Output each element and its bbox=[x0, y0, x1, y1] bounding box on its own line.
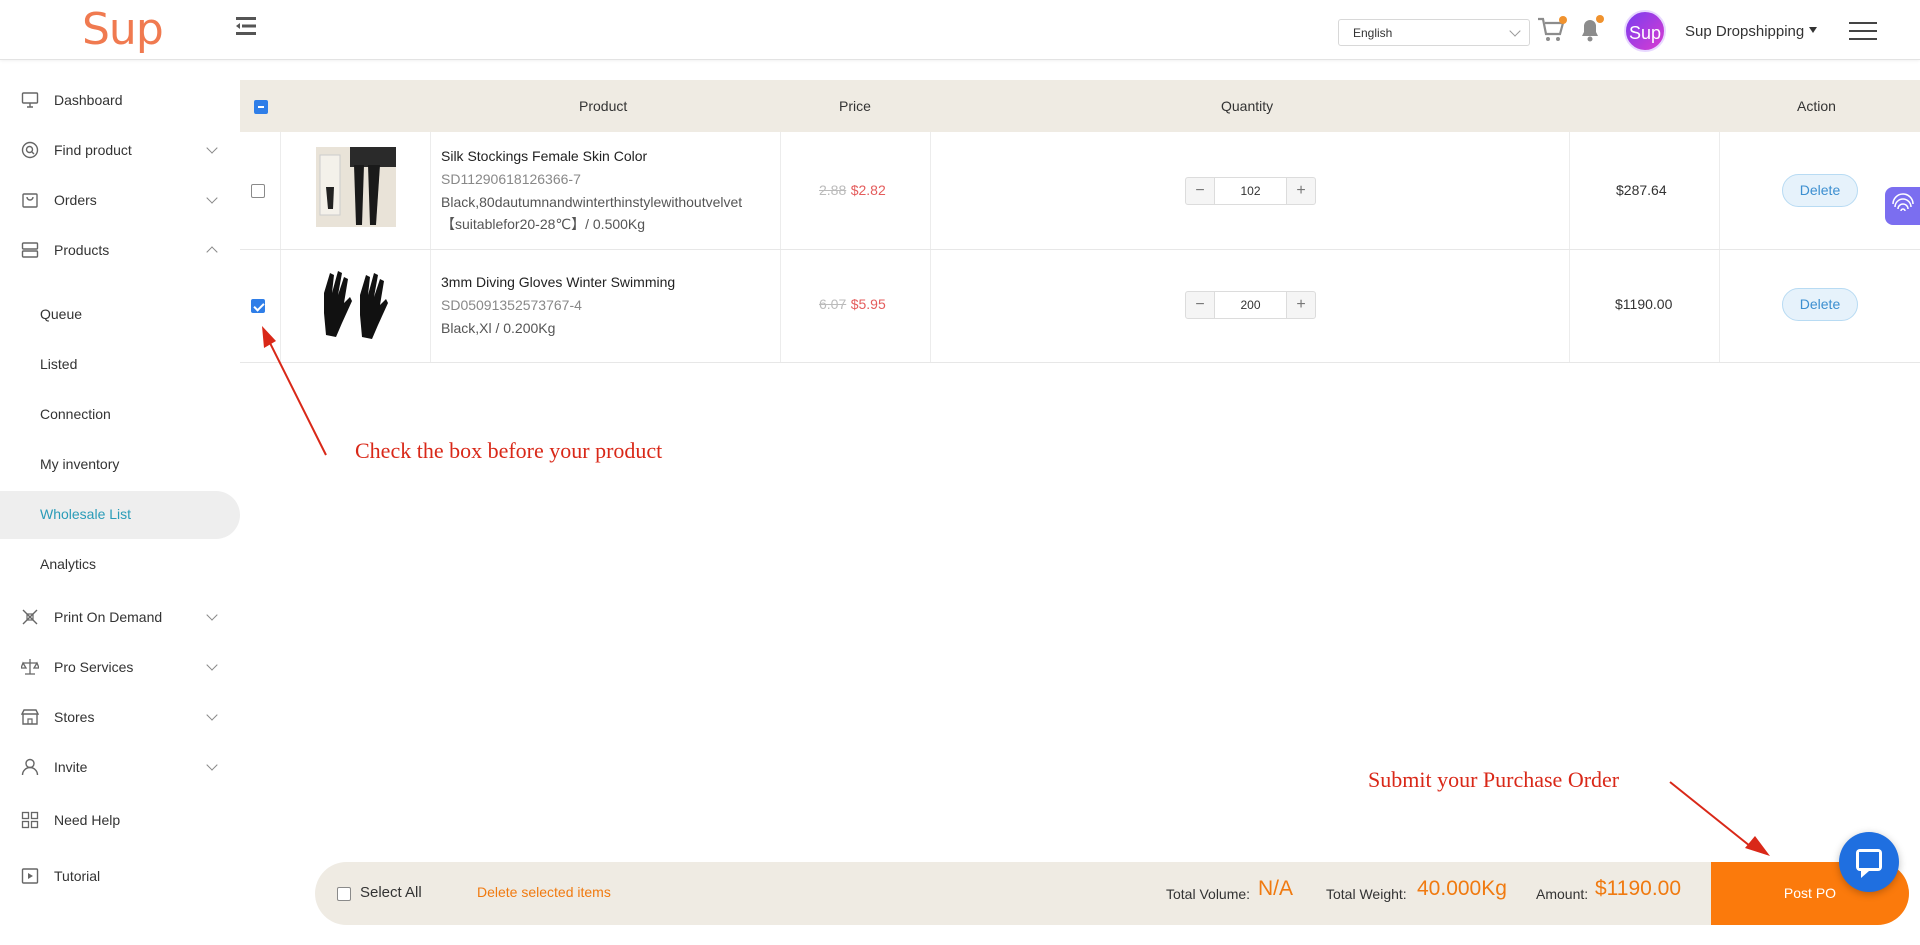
hamburger-menu-icon[interactable] bbox=[1849, 22, 1877, 42]
annotation-arrows bbox=[262, 326, 1770, 856]
delete-selected-link[interactable]: Delete selected items bbox=[477, 884, 611, 900]
total-weight-value: 40.000Kg bbox=[1417, 877, 1507, 900]
cart-icon[interactable] bbox=[1537, 16, 1567, 44]
user-name: Sup Dropshipping bbox=[1685, 23, 1805, 40]
select-all-checkbox[interactable] bbox=[337, 887, 351, 901]
select-all-label[interactable]: Select All bbox=[360, 884, 422, 901]
logo[interactable]: Sup bbox=[82, 4, 164, 55]
total-weight-label: Total Weight: bbox=[1326, 886, 1407, 902]
avatar[interactable]: Sup bbox=[1624, 10, 1666, 52]
total-volume-label: Total Volume: bbox=[1166, 886, 1251, 902]
chevron-down-icon bbox=[1509, 25, 1521, 37]
user-menu[interactable]: Sup Dropshipping bbox=[1685, 23, 1818, 40]
notification-badge bbox=[1596, 15, 1604, 23]
top-header: Sup English Sup Sup Dropshipping bbox=[0, 0, 1920, 60]
caret-down-icon bbox=[1809, 27, 1818, 33]
annotation-check-box: Check the box before your product bbox=[355, 438, 663, 463]
amount-value: $1190.00 bbox=[1595, 877, 1682, 900]
language-select[interactable]: English bbox=[1338, 19, 1530, 46]
bell-icon[interactable] bbox=[1578, 15, 1604, 43]
annotation-submit: Submit your Purchase Order bbox=[1368, 767, 1620, 792]
total-volume-value: N/A bbox=[1258, 877, 1294, 900]
cart-badge bbox=[1559, 16, 1567, 24]
bottom-action-bar: Select All Delete selected items Total V… bbox=[315, 862, 1909, 925]
chat-icon[interactable] bbox=[1839, 832, 1899, 892]
amount-label: Amount: bbox=[1536, 886, 1589, 902]
sidebar-toggle-icon[interactable] bbox=[234, 14, 258, 38]
fingerprint-icon[interactable] bbox=[1885, 187, 1920, 225]
language-select-value: English bbox=[1353, 26, 1393, 40]
